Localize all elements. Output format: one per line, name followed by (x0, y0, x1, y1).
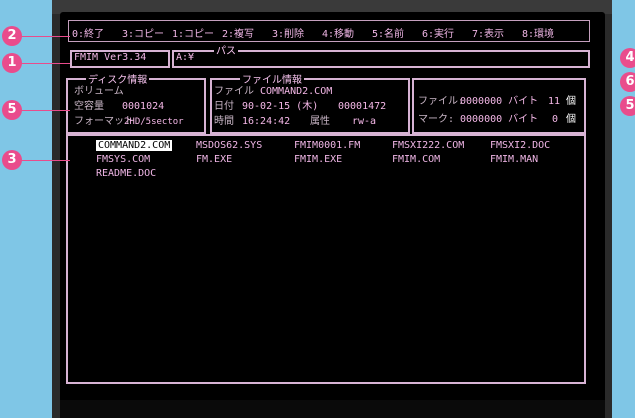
callout-5-right: 5 (620, 96, 635, 116)
file-name-label: ファイル (214, 86, 254, 97)
stats-mark-label: マーク: (418, 114, 455, 125)
menu-item-copy-b[interactable]: 1:コピー (172, 25, 214, 40)
file-date-value: 90-02-15 (木) (242, 101, 319, 112)
callout-1: 1 (2, 53, 22, 73)
file-time-value: 16:24:42 (242, 116, 291, 127)
callout-2-leader (20, 36, 70, 37)
file-name-value: COMMAND2.COM (260, 86, 333, 97)
file-date-label: 日付 (214, 101, 234, 112)
file-item[interactable]: FMIM.MAN (490, 154, 538, 165)
callout-1-leader (20, 63, 70, 64)
callout-6: 6 (620, 72, 635, 92)
stats-files-value: 0000000 バイト (460, 96, 539, 107)
menu-item-run[interactable]: 6:実行 (422, 25, 454, 40)
callout-3-leader (20, 160, 70, 161)
callout-5-left-leader (20, 110, 70, 111)
callout-5-left: 5 (2, 100, 22, 120)
disk-free-value: 0001024 (122, 101, 165, 112)
file-item[interactable]: FMSYS.COM (96, 154, 150, 165)
menu-item-delete[interactable]: 3:削除 (272, 25, 304, 40)
menu-item-settings[interactable]: 8:環境 (522, 25, 554, 40)
path-input[interactable]: A:¥ (176, 52, 194, 64)
stats-files-unit: 個 (566, 96, 576, 107)
file-item[interactable]: FMIM.EXE (294, 154, 342, 165)
disk-info-title: ディスク情報 (86, 71, 150, 86)
menu-item-view[interactable]: 7:表示 (472, 25, 504, 40)
menu-item-rename[interactable]: 5:名前 (372, 25, 404, 40)
stats-mark-unit: 個 (566, 114, 576, 125)
file-info-title: ファイル情報 (240, 71, 304, 86)
menu-item-duplicate[interactable]: 2:複写 (222, 25, 254, 40)
file-time-label: 時間 (214, 116, 234, 127)
monitor-bottom-edge (60, 400, 605, 418)
disk-volume-label: ボリューム (74, 86, 124, 97)
file-item[interactable]: FMIM.COM (392, 154, 440, 165)
disk-free-label: 空容量 (74, 101, 104, 112)
version-label: FMIM Ver3.34 (74, 52, 147, 63)
file-item[interactable]: FMSXI222.COM (392, 140, 464, 151)
file-item[interactable]: FM.EXE (196, 154, 232, 165)
stats-files-count: 11 (548, 96, 561, 107)
menu-item-copy-a[interactable]: 3:コピー (122, 25, 164, 40)
file-item[interactable]: FMIM0001.FM (294, 140, 360, 151)
stats-mark-value: 0000000 バイト (460, 114, 539, 125)
disk-format-value: 2HD/5sector (124, 117, 184, 127)
callout-4: 4 (620, 48, 635, 68)
path-title: パス (214, 42, 238, 57)
file-item[interactable]: MSDOS62.SYS (196, 140, 262, 151)
callout-2: 2 (2, 26, 22, 46)
stats-files-label: ファイル: (418, 96, 465, 107)
file-item[interactable]: README.DOC (96, 168, 156, 179)
file-attr-value: rw-a (352, 116, 377, 127)
file-item[interactable]: COMMAND2.COM (96, 140, 173, 151)
file-size-value: 00001472 (338, 101, 387, 112)
stats-mark-count: 0 (552, 114, 559, 125)
callout-3: 3 (2, 150, 22, 170)
file-item[interactable]: FMSXI2.DOC (490, 140, 550, 151)
menu-item-quit[interactable]: 0:終了 (72, 25, 104, 40)
menu-item-move[interactable]: 4:移動 (322, 25, 354, 40)
file-attr-label: 属性 (310, 116, 330, 127)
